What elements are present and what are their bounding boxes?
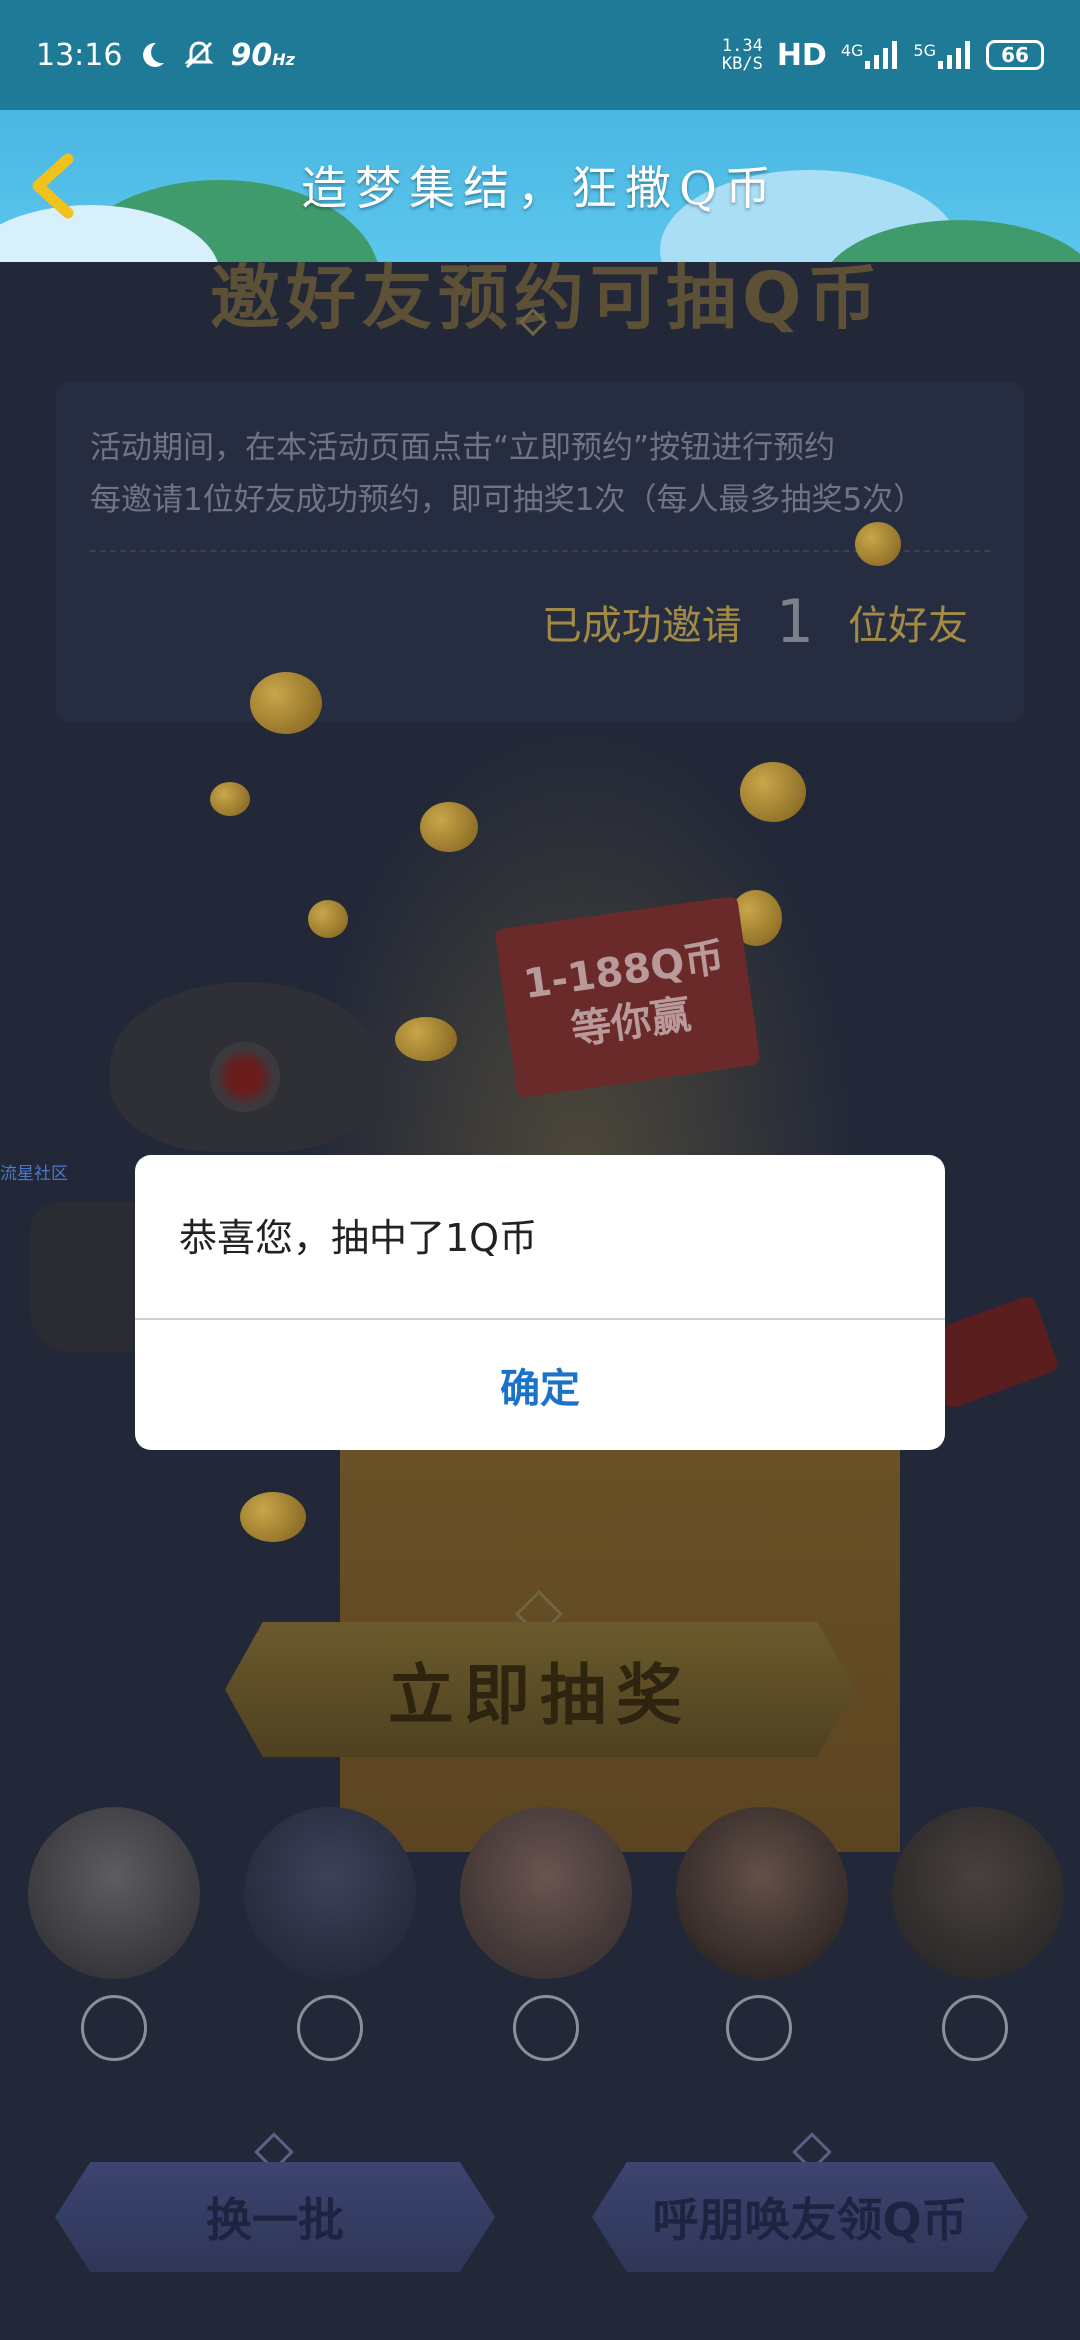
friend-avatar[interactable] <box>244 1807 416 1979</box>
coin-icon <box>308 900 348 938</box>
refresh-rate: 90Hz <box>230 37 295 73</box>
network-speed: 1.34 KB/S <box>721 36 763 74</box>
robot-eye <box>210 1042 280 1112</box>
dialog-message: 恭喜您，抽中了1Q币 <box>179 1216 538 1260</box>
friend-list <box>0 1807 1080 2061</box>
friend-select-radio[interactable] <box>942 1995 1008 2061</box>
silent-bell-icon <box>184 41 215 69</box>
title-bar: 造梦集结，狂撒Q币 <box>0 110 1080 262</box>
confirm-button[interactable]: 确定 <box>135 1320 945 1450</box>
friend-avatar[interactable] <box>892 1807 1064 1979</box>
coin-icon <box>240 1492 306 1542</box>
friend-select-radio[interactable] <box>513 1995 579 2061</box>
community-tag[interactable]: 流星社区 <box>0 1159 68 1184</box>
coin-icon <box>250 672 322 734</box>
section-heading: 邀好友预约可抽Q币 <box>210 257 884 339</box>
status-bar: 13:16 90Hz 1.34 KB/S HD 4G 5G 66 <box>0 0 1080 110</box>
rule-line: 每邀请1位好友成功预约，即可抽奖1次（每人最多抽奖5次） <box>90 482 925 518</box>
friend-avatar[interactable] <box>676 1807 848 1979</box>
coin-icon <box>420 802 478 852</box>
invite-counter: 已成功邀请 1 位好友 <box>541 587 968 657</box>
swap-batch-button[interactable]: 换一批 <box>55 2162 495 2272</box>
friend-avatar[interactable] <box>28 1807 200 1979</box>
draw-button[interactable]: 立即抽奖 <box>225 1622 855 1757</box>
clock: 13:16 <box>36 37 123 73</box>
signal-4g-icon: 4G <box>841 41 900 69</box>
invite-friends-button[interactable]: 呼朋唤友领Q币 <box>592 2162 1028 2272</box>
friend-select-radio[interactable] <box>81 1995 147 2061</box>
friend-avatar[interactable] <box>460 1807 632 1979</box>
coin-icon <box>395 1017 457 1061</box>
gift-box <box>340 1382 900 1852</box>
invite-count: 1 <box>775 587 814 657</box>
battery-icon: 66 <box>986 40 1044 70</box>
hd-indicator: HD <box>776 37 827 73</box>
moon-icon <box>143 42 165 67</box>
coin-icon <box>740 762 806 822</box>
page-title: 造梦集结，狂撒Q币 <box>301 161 779 215</box>
coin-icon <box>855 522 901 566</box>
friend-select-radio[interactable] <box>297 1995 363 2061</box>
prize-banner: 1-188Q币 等你赢 <box>494 895 761 1099</box>
rule-line: 活动期间，在本活动页面点击“立即预约”按钮进行预约 <box>90 430 836 466</box>
friend-select-radio[interactable] <box>726 1995 792 2061</box>
coin-icon <box>210 782 250 816</box>
robot-mascot <box>110 982 380 1152</box>
result-dialog: 恭喜您，抽中了1Q币 确定 <box>135 1155 945 1450</box>
signal-5g-icon: 5G <box>913 41 972 69</box>
